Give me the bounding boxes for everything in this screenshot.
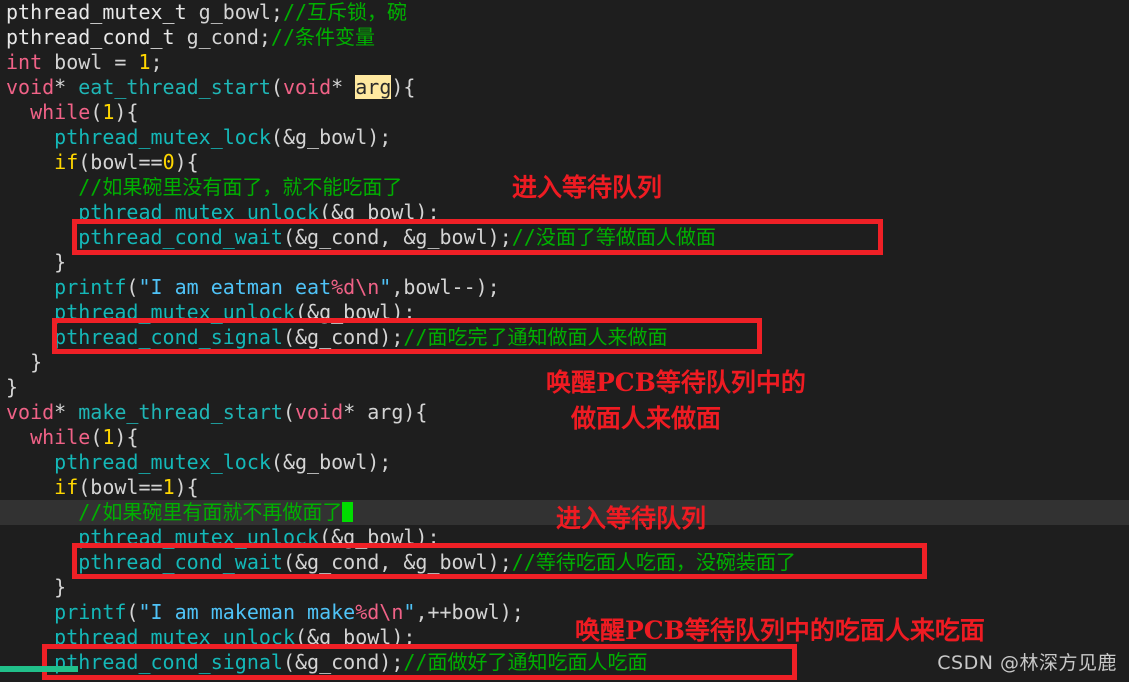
annotation-wake-pcb-1-line2: 做面人来做面 (571, 404, 722, 433)
comment-line: //如果碗里有面就不再做面了 (78, 500, 343, 524)
comment-line: //如果碗里没有面了，就不能吃面了 (78, 175, 403, 199)
code-line-1[interactable]: pthread_mutex_t g_bowl;//互斥锁，碗 (0, 0, 1129, 25)
function-name-make-thread-start: make_thread_start (78, 400, 283, 424)
horizontal-scrollbar[interactable] (0, 666, 78, 672)
call-pthread-cond-signal: pthread_cond_signal (54, 650, 283, 674)
inline-comment: //面吃完了通知做面人来做面 (403, 325, 668, 349)
code-line-12[interactable]: printf("I am eatman eat%d\n",bowl--); (0, 275, 1129, 300)
string-literal: "I am eatman eat (138, 275, 332, 299)
selected-token-arg[interactable]: arg (355, 75, 392, 99)
code-line-19[interactable]: pthread_mutex_lock(&g_bowl); (0, 450, 1129, 475)
code-editor-screenshot: pthread_mutex_t g_bowl;//互斥锁，碗 pthread_c… (0, 0, 1129, 682)
annotation-enter-wait-queue-2: 进入等待队列 (556, 504, 707, 533)
annotation-enter-wait-queue-1: 进入等待队列 (512, 173, 663, 202)
code-line-13[interactable]: pthread_mutex_unlock(&g_bowl); (0, 300, 1129, 325)
text-cursor (342, 502, 354, 522)
code-line-5[interactable]: while(1){ (0, 100, 1129, 125)
call-pthread-cond-wait: pthread_cond_wait (78, 550, 283, 574)
code-line-24[interactable]: } (0, 575, 1129, 600)
code-line-4[interactable]: void* eat_thread_start(void* arg){ (0, 75, 1129, 100)
inline-comment: //条件变量 (270, 25, 375, 49)
inline-comment: //面做好了通知吃面人吃面 (403, 650, 648, 674)
token-type: pthread_mutex_t (6, 0, 187, 24)
csdn-watermark: CSDN @林深方见鹿 (937, 652, 1117, 674)
code-line-9[interactable]: pthread_mutex_unlock(&g_bowl); (0, 200, 1129, 225)
inline-comment: //互斥锁，碗 (282, 0, 408, 24)
string-literal: "I am makeman make (138, 600, 356, 624)
code-line-20[interactable]: if(bowl==1){ (0, 475, 1129, 500)
annotation-wake-pcb-2: 唤醒PCB等待队列中的吃面人来吃面 (575, 616, 985, 645)
token-type: pthread_cond_t (6, 25, 175, 49)
code-line-14[interactable]: pthread_cond_signal(&g_cond);//面吃完了通知做面人… (0, 325, 1129, 350)
code-area[interactable]: pthread_mutex_t g_bowl;//互斥锁，碗 pthread_c… (0, 0, 1129, 682)
code-line-18[interactable]: while(1){ (0, 425, 1129, 450)
code-line-10[interactable]: pthread_cond_wait(&g_cond, &g_bowl);//没面… (0, 225, 1129, 250)
annotation-wake-pcb-1-line1: 唤醒PCB等待队列中的 (546, 368, 806, 397)
code-line-17[interactable]: void* make_thread_start(void* arg){ (0, 400, 1129, 425)
code-line-6[interactable]: pthread_mutex_lock(&g_bowl); (0, 125, 1129, 150)
call-pthread-cond-wait: pthread_cond_wait (78, 225, 283, 249)
inline-comment: //等待吃面人吃面，没碗装面了 (511, 550, 796, 574)
inline-comment: //没面了等做面人做面 (511, 225, 716, 249)
call-pthread-cond-signal: pthread_cond_signal (54, 325, 283, 349)
code-line-11[interactable]: } (0, 250, 1129, 275)
code-line-23[interactable]: pthread_cond_wait(&g_cond, &g_bowl);//等待… (0, 550, 1129, 575)
code-line-2[interactable]: pthread_cond_t g_cond;//条件变量 (0, 25, 1129, 50)
code-line-3[interactable]: int bowl = 1; (0, 50, 1129, 75)
function-name-eat-thread-start: eat_thread_start (78, 75, 271, 99)
